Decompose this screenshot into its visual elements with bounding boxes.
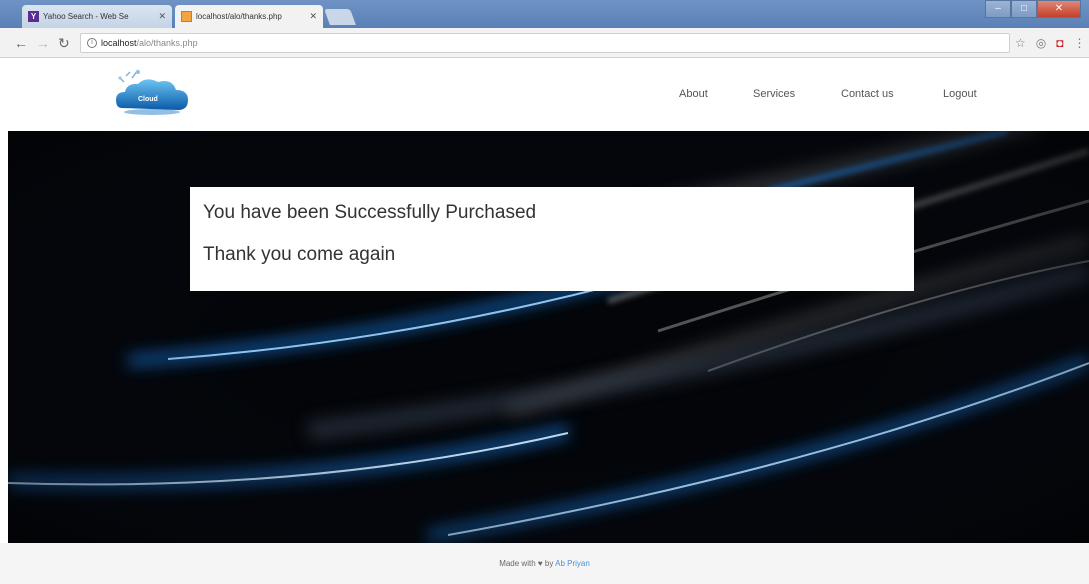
success-message: You have been Successfully Purchased	[203, 202, 537, 223]
main-nav: About Services Contact us Logout	[0, 88, 1089, 104]
nav-about-link[interactable]: About	[679, 88, 708, 100]
extension-badge-icon[interactable]: ◘	[1056, 36, 1063, 50]
star-bookmark-icon[interactable]: ☆	[1015, 36, 1026, 50]
nav-logout-link[interactable]: Logout	[943, 88, 977, 100]
close-window-button[interactable]: ✕	[1037, 0, 1081, 18]
extension-icon[interactable]: ◎	[1036, 36, 1046, 50]
site-footer: Made with ♥ by Ab Priyan	[0, 543, 1089, 584]
tab-close-icon[interactable]: ✕	[309, 11, 317, 22]
new-tab-button[interactable]	[324, 9, 356, 25]
footer-prefix: Made with	[499, 559, 536, 568]
browser-titlebar: Y Yahoo Search - Web Se ✕ localhost/alo/…	[0, 0, 1089, 28]
forward-arrow-icon[interactable]: →	[36, 35, 50, 51]
footer-by: by	[544, 559, 554, 568]
url-path: /alo/thanks.php	[136, 38, 198, 48]
minimize-button[interactable]: –	[985, 0, 1011, 18]
tab-title: Yahoo Search - Web Se	[43, 12, 129, 21]
nav-contact-link[interactable]: Contact us	[841, 88, 894, 100]
address-bar[interactable]: i localhost /alo/thanks.php	[80, 33, 1010, 53]
tab-close-icon[interactable]: ✕	[158, 11, 166, 22]
reload-icon[interactable]: ↻	[58, 35, 70, 51]
maximize-button[interactable]: □	[1011, 0, 1037, 18]
page-favicon-icon	[181, 11, 192, 22]
heart-icon: ♥	[537, 559, 543, 568]
url-host: localhost	[101, 38, 137, 48]
nav-services-link[interactable]: Services	[753, 88, 795, 100]
browser-tab-thanks[interactable]: localhost/alo/thanks.php ✕	[175, 5, 323, 28]
browser-toolbar: ← → ↻ i localhost /alo/thanks.php ☆ ◎ ◘ …	[0, 28, 1089, 58]
window-controls: – □ ✕	[985, 0, 1081, 18]
browser-tab-yahoo[interactable]: Y Yahoo Search - Web Se ✕	[22, 5, 172, 28]
thank-you-message: Thank you come again	[203, 244, 396, 265]
back-arrow-icon[interactable]: ←	[14, 35, 28, 51]
footer-author-link[interactable]: Ab Priyan	[555, 559, 590, 568]
tab-title: localhost/alo/thanks.php	[196, 12, 282, 21]
menu-kebab-icon[interactable]: ⋮	[1074, 36, 1086, 50]
info-icon[interactable]: i	[87, 38, 97, 48]
site-header: Cloud About Services Contact us Logout	[0, 58, 1089, 131]
toolbar-icons: ☆ ◎ ◘ ⋮	[1015, 36, 1086, 50]
purchase-message-box: You have been Successfully Purchased Tha…	[190, 187, 914, 291]
yahoo-favicon-icon: Y	[28, 11, 39, 22]
